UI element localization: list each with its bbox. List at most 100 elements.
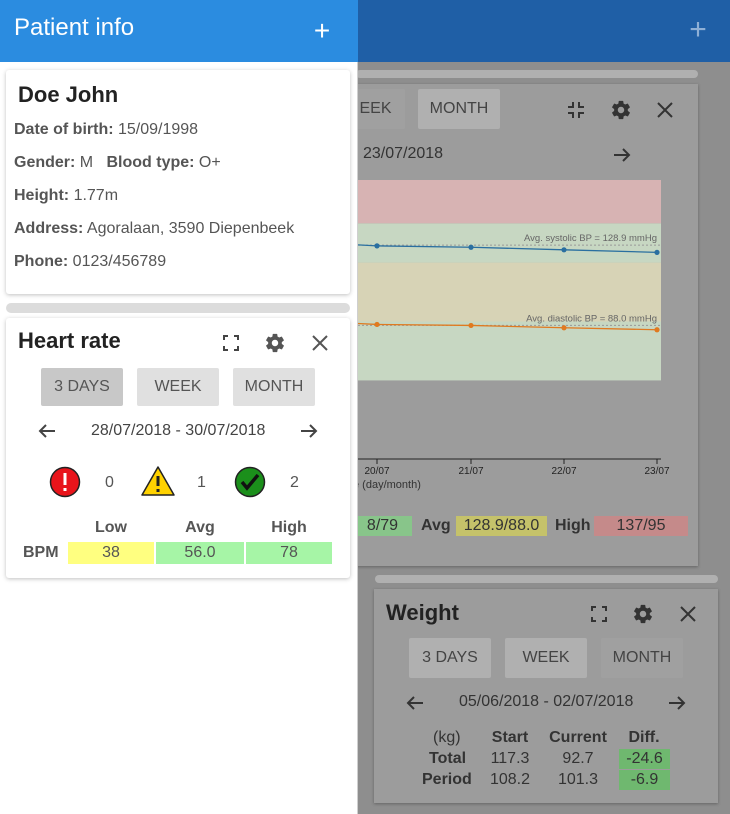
warning-icon bbox=[141, 466, 175, 496]
bp-date-range: 23/07/2018 bbox=[363, 145, 444, 162]
date-range: 28/07/2018 - 30/07/2018 bbox=[91, 422, 266, 439]
card-separator bbox=[375, 575, 718, 583]
gear-icon bbox=[266, 333, 284, 353]
next-range-button[interactable] bbox=[608, 141, 636, 169]
close-icon bbox=[657, 102, 673, 118]
bp-avg-value: 128.9/88.0 bbox=[456, 516, 547, 536]
weight-unit: (kg) bbox=[433, 729, 461, 746]
tab-label: MONTH bbox=[429, 100, 489, 117]
weight-tab-3days[interactable]: 3 DAYS bbox=[409, 638, 491, 678]
data-point bbox=[468, 322, 474, 329]
plus-icon: + bbox=[313, 15, 331, 46]
collapse-button[interactable] bbox=[562, 96, 590, 124]
tab-label: MONTH bbox=[612, 649, 672, 666]
bp-tab-month[interactable]: MONTH bbox=[418, 89, 500, 129]
bp-avg-label: Avg bbox=[421, 517, 451, 534]
weight-diff: -6.9 bbox=[619, 770, 670, 790]
x-tick-label: 21/07 bbox=[458, 466, 483, 477]
arrow-right-icon bbox=[669, 696, 686, 710]
arrow-left-icon bbox=[38, 424, 55, 438]
x-tick-label: 20/07 bbox=[364, 466, 389, 477]
data-point bbox=[561, 247, 567, 253]
weight-diff: -24.6 bbox=[619, 749, 670, 769]
weight-current: 101.3 bbox=[557, 771, 599, 788]
patient-card: Doe John Date of birth: 15/09/1998 Gende… bbox=[6, 70, 350, 294]
gender-label: Gender: bbox=[14, 154, 76, 171]
prev-range-button[interactable] bbox=[33, 417, 61, 445]
tab-3days[interactable]: 3 DAYS bbox=[41, 368, 123, 406]
tab-label: MONTH bbox=[244, 378, 304, 395]
weight-row-label: Period bbox=[422, 771, 472, 788]
weight-header-current: Current bbox=[549, 729, 607, 746]
gear-icon bbox=[612, 100, 630, 120]
drawer-header: Patient info + bbox=[0, 0, 358, 62]
x-axis-label: e (day/month) bbox=[353, 479, 421, 491]
alert-count: 0 bbox=[105, 474, 114, 491]
settings-button[interactable] bbox=[607, 96, 635, 124]
bp-chart: Avg. systolic BP = 128.9 mmHg Avg. diasto… bbox=[358, 180, 670, 477]
close-icon bbox=[312, 335, 328, 351]
close-button[interactable] bbox=[651, 96, 679, 124]
fullscreen-icon bbox=[223, 335, 239, 351]
expand-button[interactable] bbox=[585, 600, 613, 628]
gear-icon bbox=[634, 604, 652, 624]
tab-label: WEEK bbox=[522, 649, 570, 666]
bp-low-value: 8/79 bbox=[353, 516, 412, 536]
height-label: Height: bbox=[14, 187, 70, 204]
close-button[interactable] bbox=[674, 600, 702, 628]
card-separator bbox=[6, 303, 350, 313]
data-point bbox=[374, 321, 380, 328]
weight-header-start: Start bbox=[491, 729, 529, 746]
warning-count: 1 bbox=[197, 474, 206, 491]
phone-value: 0123/456789 bbox=[72, 253, 167, 270]
address-value: Agoralaan, 3590 Diepenbeek bbox=[86, 220, 295, 237]
stat-header-avg: Avg bbox=[185, 519, 215, 536]
add-widget-button[interactable]: + bbox=[306, 12, 338, 50]
settings-button[interactable] bbox=[261, 329, 289, 357]
phone-row: Phone: 0123/456789 bbox=[14, 253, 166, 271]
weight-header-diff: Diff. bbox=[628, 729, 660, 746]
drawer-title: Patient info bbox=[14, 14, 135, 41]
bpm-high-value: 78 bbox=[246, 542, 332, 564]
patient-drawer: Patient info + Doe John Date of birth: 1… bbox=[0, 0, 358, 814]
tab-label: 3 DAYS bbox=[54, 378, 110, 395]
dob-label: Date of birth: bbox=[14, 121, 114, 138]
blood-type-value: O+ bbox=[198, 154, 221, 171]
weight-current: 92.7 bbox=[562, 750, 594, 767]
weight-tab-week[interactable]: WEEK bbox=[505, 638, 587, 678]
arrow-right-icon bbox=[614, 148, 631, 162]
bpm-avg-value: 56.0 bbox=[156, 542, 244, 564]
bpm-label: BPM bbox=[23, 544, 59, 561]
collapse-icon bbox=[568, 102, 584, 118]
phone-label: Phone: bbox=[14, 253, 69, 270]
chart-band bbox=[358, 321, 661, 381]
stat-header-high: High bbox=[271, 519, 307, 536]
dob-row: Date of birth: 15/09/1998 bbox=[14, 121, 198, 139]
prev-range-button[interactable] bbox=[401, 689, 429, 717]
heart-rate-card: Heart rate 3 DAYS WEEK MONTH 28/07/2018 … bbox=[6, 318, 350, 578]
tab-month[interactable]: MONTH bbox=[233, 368, 315, 406]
tab-week[interactable]: WEEK bbox=[137, 368, 219, 406]
height-value: 1.77m bbox=[73, 187, 119, 204]
settings-button[interactable] bbox=[629, 600, 657, 628]
app-add-button[interactable]: + bbox=[680, 10, 716, 50]
tab-label: EEK bbox=[359, 100, 392, 117]
weight-start: 108.2 bbox=[489, 771, 531, 788]
expand-button[interactable] bbox=[217, 329, 245, 357]
data-point bbox=[654, 327, 660, 333]
tab-label: 3 DAYS bbox=[422, 649, 478, 666]
patient-name: Doe John bbox=[18, 82, 119, 107]
weight-date-range: 05/06/2018 - 02/07/2018 bbox=[459, 693, 634, 710]
next-range-button[interactable] bbox=[295, 417, 323, 445]
data-point bbox=[468, 244, 474, 250]
data-point bbox=[561, 325, 567, 331]
chart-annotation: Avg. systolic BP = 128.9 mmHg bbox=[524, 233, 657, 244]
close-button[interactable] bbox=[306, 329, 334, 357]
weight-start: 117.3 bbox=[490, 750, 530, 767]
check-icon bbox=[234, 466, 266, 498]
bpm-low-value: 38 bbox=[68, 542, 154, 564]
arrow-right-icon bbox=[301, 424, 318, 438]
weight-tab-month[interactable]: MONTH bbox=[601, 638, 683, 678]
weight-title: Weight bbox=[386, 600, 459, 625]
next-range-button[interactable] bbox=[663, 689, 691, 717]
